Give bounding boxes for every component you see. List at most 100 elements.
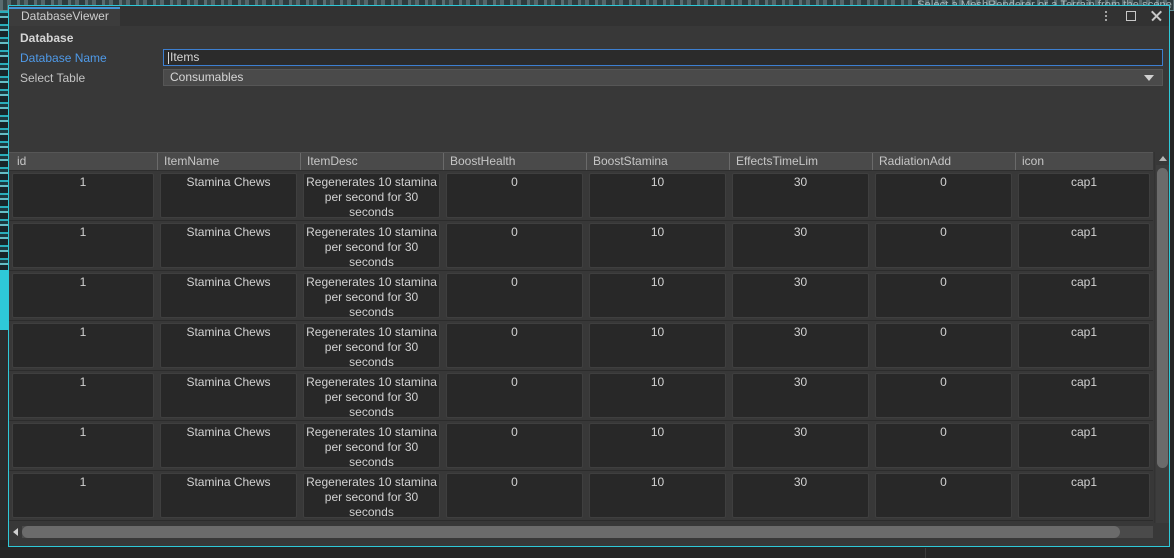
vertical-scroll-thumb[interactable]: [1157, 168, 1168, 468]
cell-value-EffectsTimeLim[interactable]: 30: [732, 223, 869, 268]
table-header-BoostStamina[interactable]: BoostStamina: [586, 153, 729, 170]
cell-value-id[interactable]: 1: [12, 273, 154, 318]
cell-value-RadiationAdd[interactable]: 0: [875, 423, 1012, 468]
cell-value-ItemDesc[interactable]: Regenerates 10 stamina per second for 30…: [303, 223, 440, 268]
cell-value-BoostHealth[interactable]: 0: [446, 173, 583, 218]
table-cell-RadiationAdd: 0: [872, 271, 1015, 320]
cell-value-ItemName[interactable]: Stamina Chews: [160, 273, 297, 318]
cell-value-BoostHealth[interactable]: 0: [446, 423, 583, 468]
cell-value-id[interactable]: 1: [12, 223, 154, 268]
cell-value-icon[interactable]: cap1: [1018, 273, 1150, 318]
close-button[interactable]: [1148, 9, 1163, 24]
cell-value-RadiationAdd[interactable]: 0: [875, 473, 1012, 518]
cell-value-BoostHealth[interactable]: 0: [446, 223, 583, 268]
table-cell-ItemDesc: Regenerates 10 stamina per second for 30…: [300, 221, 443, 270]
cell-value-RadiationAdd[interactable]: 0: [875, 173, 1012, 218]
horizontal-scroll-track[interactable]: [22, 526, 1156, 538]
table-cell-ItemName: Stamina Chews: [157, 371, 300, 420]
cell-value-BoostStamina[interactable]: 10: [589, 273, 726, 318]
scroll-left-arrow-icon[interactable]: [9, 523, 22, 541]
cell-value-ItemName[interactable]: Stamina Chews: [160, 173, 297, 218]
cell-value-RadiationAdd[interactable]: 0: [875, 373, 1012, 418]
table-cell-BoostHealth: 0: [443, 371, 586, 420]
table-cell-BoostHealth: 0: [443, 421, 586, 470]
cell-value-EffectsTimeLim[interactable]: 30: [732, 423, 869, 468]
horizontal-scrollbar[interactable]: [9, 523, 1169, 541]
cell-value-icon[interactable]: cap1: [1018, 423, 1150, 468]
cell-value-EffectsTimeLim[interactable]: 30: [732, 273, 869, 318]
cell-value-icon[interactable]: cap1: [1018, 173, 1150, 218]
maximize-icon: [1125, 11, 1136, 21]
cell-value-id[interactable]: 1: [12, 323, 154, 368]
horizontal-scroll-thumb[interactable]: [22, 526, 1120, 538]
tab-database-viewer[interactable]: DatabaseViewer: [9, 7, 120, 26]
table-header-RadiationAdd[interactable]: RadiationAdd: [872, 153, 1015, 170]
cell-value-BoostHealth[interactable]: 0: [446, 273, 583, 318]
cell-value-EffectsTimeLim[interactable]: 30: [732, 323, 869, 368]
cell-value-BoostHealth[interactable]: 0: [446, 373, 583, 418]
cell-value-EffectsTimeLim[interactable]: 30: [732, 373, 869, 418]
select-table-dropdown[interactable]: Consumables: [163, 69, 1163, 86]
cell-value-BoostStamina[interactable]: 10: [589, 223, 726, 268]
table-header-row: id ItemName ItemDesc BoostHealth BoostStamin…: [9, 152, 1153, 171]
cell-value-EffectsTimeLim[interactable]: 30: [732, 473, 869, 518]
cell-value-id[interactable]: 1: [12, 473, 154, 518]
database-name-input[interactable]: Items: [163, 49, 1163, 66]
table-header-BoostHealth[interactable]: BoostHealth: [443, 153, 586, 170]
cell-value-ItemName[interactable]: Stamina Chews: [160, 373, 297, 418]
cell-value-RadiationAdd[interactable]: 0: [875, 223, 1012, 268]
cell-value-icon[interactable]: cap1: [1018, 323, 1150, 368]
cell-value-icon[interactable]: cap1: [1018, 223, 1150, 268]
cell-value-EffectsTimeLim[interactable]: 30: [732, 173, 869, 218]
table-header-icon[interactable]: icon: [1015, 153, 1153, 170]
table-cell-BoostHealth: 0: [443, 171, 586, 220]
table-cell-EffectsTimeLim: 30: [729, 421, 872, 470]
cell-value-BoostStamina[interactable]: 10: [589, 173, 726, 218]
cell-value-BoostHealth[interactable]: 0: [446, 323, 583, 368]
cell-value-ItemDesc[interactable]: Regenerates 10 stamina per second for 30…: [303, 273, 440, 318]
cell-value-RadiationAdd[interactable]: 0: [875, 273, 1012, 318]
cell-value-ItemName[interactable]: Stamina Chews: [160, 223, 297, 268]
cell-value-ItemName[interactable]: Stamina Chews: [160, 323, 297, 368]
cell-value-ItemName[interactable]: Stamina Chews: [160, 423, 297, 468]
cell-value-BoostStamina[interactable]: 10: [589, 423, 726, 468]
cell-value-icon[interactable]: cap1: [1018, 473, 1150, 518]
cell-value-ItemDesc[interactable]: Regenerates 10 stamina per second for 30…: [303, 423, 440, 468]
kebab-menu-button[interactable]: [1098, 9, 1113, 24]
maximize-button[interactable]: [1123, 9, 1138, 24]
table-cell-EffectsTimeLim: 30: [729, 221, 872, 270]
table-cell-ItemDesc: Regenerates 10 stamina per second for 30…: [300, 321, 443, 370]
cell-value-BoostHealth[interactable]: 0: [446, 473, 583, 518]
cell-value-BoostStamina[interactable]: 10: [589, 373, 726, 418]
cell-value-icon[interactable]: cap1: [1018, 373, 1150, 418]
table-cell-RadiationAdd: 0: [872, 321, 1015, 370]
table-cell-ItemName: Stamina Chews: [157, 421, 300, 470]
cell-value-RadiationAdd[interactable]: 0: [875, 323, 1012, 368]
cell-value-ItemDesc[interactable]: Regenerates 10 stamina per second for 30…: [303, 473, 440, 518]
table-cell-id: 1: [9, 271, 157, 320]
table-cell-id: 1: [9, 171, 157, 220]
cell-value-id[interactable]: 1: [12, 373, 154, 418]
cell-value-BoostStamina[interactable]: 10: [589, 323, 726, 368]
label-select-table: Select Table: [20, 70, 86, 85]
table-cell-id: 1: [9, 321, 157, 370]
cell-value-ItemDesc[interactable]: Regenerates 10 stamina per second for 30…: [303, 373, 440, 418]
cell-value-id[interactable]: 1: [12, 423, 154, 468]
scroll-up-arrow-icon[interactable]: [1159, 156, 1167, 161]
table-header-id[interactable]: id: [9, 153, 157, 170]
table-cell-BoostStamina: 10: [586, 421, 729, 470]
cell-value-ItemDesc[interactable]: Regenerates 10 stamina per second for 30…: [303, 173, 440, 218]
table-cell-id: 1: [9, 421, 157, 470]
cell-value-BoostStamina[interactable]: 10: [589, 473, 726, 518]
table-cell-ItemName: Stamina Chews: [157, 221, 300, 270]
cell-value-ItemDesc[interactable]: Regenerates 10 stamina per second for 30…: [303, 323, 440, 368]
table-header-ItemName[interactable]: ItemName: [157, 153, 300, 170]
vertical-scrollbar[interactable]: [1154, 152, 1169, 541]
cell-value-id[interactable]: 1: [12, 173, 154, 218]
database-settings-panel: Database Database Name Items Select Tabl…: [9, 26, 1169, 152]
table-cell-EffectsTimeLim: 30: [729, 171, 872, 220]
table-header-EffectsTimeLim[interactable]: EffectsTimeLim: [729, 153, 872, 170]
cell-value-ItemName[interactable]: Stamina Chews: [160, 473, 297, 518]
table-header-ItemDesc[interactable]: ItemDesc: [300, 153, 443, 170]
table-cell-ItemDesc: Regenerates 10 stamina per second for 30…: [300, 471, 443, 520]
